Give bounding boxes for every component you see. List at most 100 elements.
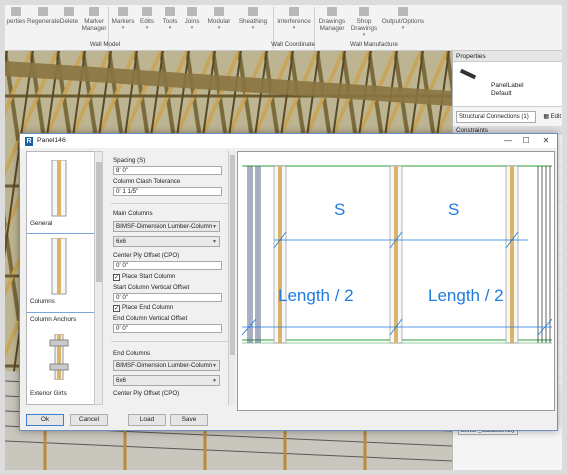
ok-button[interactable]: Ok (26, 414, 64, 426)
output-options-button[interactable]: Output/Options ▾ (381, 7, 425, 32)
start-offset-label: Start Column Vertical Offset (113, 284, 190, 291)
sheathing-icon (248, 7, 258, 16)
properties-title: Properties (453, 51, 562, 62)
sheathing-button[interactable]: Sheathing ▾ (237, 7, 269, 32)
shop-drawings-label: Shop Drawings (350, 18, 378, 32)
drawings-manager-label: Drawings Manager (318, 18, 346, 32)
column-left (273, 165, 287, 344)
column-anchors-thumbnail-icon (49, 334, 69, 380)
type-name-text: PanelLabel (491, 82, 524, 89)
markers-button[interactable]: Markers ▾ (111, 7, 135, 32)
cancel-button[interactable]: Cancel (70, 414, 108, 426)
clash-tolerance-input[interactable]: 0' 1 1/5" (113, 187, 222, 196)
drawings-manager-button[interactable]: Drawings Manager (317, 7, 347, 32)
marker-manager-label: Marker Manager (81, 18, 107, 32)
type-selector[interactable]: PanelLabel Default (453, 62, 562, 107)
panel-wall-model: Wall Model (89, 41, 121, 48)
end-column-size-value: 6x6 (116, 377, 126, 384)
markers-icon (118, 7, 128, 16)
edits-button[interactable]: Edits ▾ (138, 7, 156, 32)
delete-button[interactable]: Delete (59, 7, 79, 25)
maximize-button[interactable]: ☐ (516, 135, 536, 147)
instance-filter-value: Structural Connections (1) (459, 114, 529, 120)
end-offset-input[interactable]: 0' 0" (113, 324, 222, 333)
chevron-down-icon: ▼ (212, 378, 217, 384)
type-name: PanelLabel Default (491, 82, 524, 98)
app-frame: perties Regenerate Delete Marker Manager… (0, 0, 567, 475)
shop-drawings-icon (359, 7, 369, 16)
category-label: Exterior Girts (30, 390, 67, 397)
joins-icon (187, 7, 197, 16)
modular-button[interactable]: Modular ▾ (206, 7, 232, 32)
scrollbar-thumb[interactable] (230, 155, 235, 355)
form-scrollbar[interactable] (228, 151, 235, 405)
output-options-icon (398, 7, 408, 16)
minimize-button[interactable]: — (498, 135, 518, 147)
shop-drawings-button[interactable]: Shop Drawings ▾ (349, 7, 379, 39)
interference-button[interactable]: Interference ▾ (277, 7, 311, 32)
main-columns-label: Main Columns (113, 210, 153, 217)
category-general[interactable]: General (27, 152, 95, 232)
center-ply-label: Center Ply Offset (CPO) (113, 252, 180, 259)
load-button[interactable]: Load (128, 414, 166, 426)
place-end-column-checkbox[interactable]: ✓ Place End Column (113, 304, 173, 312)
end-offset-label: End Column Vertical Offset (113, 315, 188, 322)
marker-manager-button[interactable]: Marker Manager (81, 7, 107, 32)
edits-icon (142, 7, 152, 16)
category-exterior-girts[interactable]: Exterior Girts (27, 388, 95, 404)
maximize-icon: ☐ (522, 136, 530, 145)
chevron-down-icon: ▼ (212, 363, 217, 369)
panel-dialog: R Panel146 — ☐ ✕ General Columns Column … (19, 133, 558, 431)
column-right (505, 165, 519, 344)
category-label: Column Anchors (30, 316, 77, 323)
place-start-column-checkbox[interactable]: ✓ Place Start Column (113, 273, 175, 281)
properties-button[interactable]: perties (5, 7, 27, 25)
general-thumbnail-icon (51, 160, 67, 217)
tools-label: Tools (162, 18, 178, 25)
dialog-title: Panel146 (37, 137, 66, 144)
main-column-size-select[interactable]: 6x6 ▼ (113, 236, 220, 247)
category-label: General (30, 220, 53, 227)
length-dimension-label-2: Length / 2 (428, 286, 504, 305)
spacing-dimension-label-1: S (334, 200, 346, 219)
spacing-label: Spacing (S) (113, 157, 146, 164)
place-end-column-label: Place End Column (122, 304, 174, 311)
markers-label: Markers (111, 18, 135, 25)
sheathing-label: Sheathing (238, 18, 268, 25)
end-center-ply-label: Center Ply Offset (CPO) (113, 390, 180, 397)
place-start-column-label: Place Start Column (122, 273, 176, 280)
center-ply-input[interactable]: 0' 0" (113, 261, 222, 270)
tools-button[interactable]: Tools ▾ (160, 7, 180, 32)
start-offset-input[interactable]: 0' 0" (113, 293, 222, 302)
instance-filter-select[interactable]: Structural Connections (1) ▦ Edit (456, 111, 561, 123)
marker-manager-icon (89, 7, 99, 16)
column-layout-preview: S S Length / 2 Length / 2 (237, 151, 555, 411)
divider (111, 203, 229, 204)
close-button[interactable]: ✕ (536, 135, 556, 147)
edit-type-button[interactable]: ▦ Edit (543, 113, 561, 120)
edit-type-label: Edit (550, 114, 561, 120)
interference-label: Interference (277, 18, 311, 25)
type-sub-text: Default (491, 90, 512, 97)
edits-label: Edits (140, 18, 154, 25)
modular-icon (214, 7, 224, 16)
category-columns[interactable]: Columns (27, 233, 95, 313)
regenerate-icon (38, 7, 48, 16)
end-column-size-select[interactable]: 6x6 ▼ (113, 375, 220, 386)
delete-icon (64, 7, 74, 16)
clash-tolerance-label: Column Clash Tolerance (113, 178, 181, 185)
panel-wall-coordinate: Wall Coordinate (271, 41, 315, 48)
checkbox-checked-icon: ✓ (113, 305, 120, 312)
scrollbar-thumb[interactable] (96, 162, 102, 282)
joins-button[interactable]: Joins ▾ (183, 7, 201, 32)
main-column-type-value: BIMSF-Dimension Lumber-Column (116, 223, 213, 230)
category-scrollbar[interactable] (94, 151, 103, 405)
dialog-title-bar[interactable]: R Panel146 — ☐ ✕ (20, 134, 557, 148)
end-column-type-select[interactable]: BIMSF-Dimension Lumber-Column ▼ (113, 360, 220, 371)
regenerate-button[interactable]: Regenerate (27, 7, 60, 25)
output-options-label: Output/Options (381, 18, 425, 25)
joins-label: Joins (184, 18, 200, 25)
main-column-type-select[interactable]: BIMSF-Dimension Lumber-Column ▼ (113, 221, 220, 232)
save-button[interactable]: Save (170, 414, 208, 426)
spacing-input[interactable]: 8' 0" (113, 166, 222, 175)
